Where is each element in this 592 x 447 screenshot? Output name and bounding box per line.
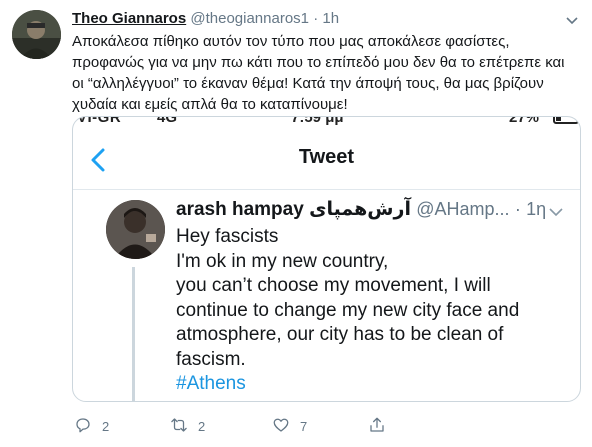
tweet-text-line: χυδαία και εμείς απλά θα το καταπίνουμε!	[72, 96, 348, 113]
inner-author-avatar	[106, 200, 165, 259]
phone-nav-bar: Tweet	[73, 133, 580, 190]
retweet-button[interactable]: 2	[170, 414, 205, 438]
inner-text-line: fascism.	[176, 348, 246, 370]
nav-title: Tweet	[298, 146, 355, 168]
like-count: 7	[300, 418, 308, 434]
like-icon	[272, 416, 290, 437]
inner-tweet-timestamp: 1η	[526, 199, 547, 219]
thread-line	[132, 267, 135, 401]
header-separator: ·	[313, 10, 319, 27]
inner-text-line: Hey fascists	[176, 226, 279, 247]
retweet-icon	[170, 416, 188, 437]
tweet-text-line: οι “αλληλέγγυοι” το έκαναν θέμα! Κατά τη…	[72, 75, 544, 92]
reply-button[interactable]: 2	[74, 414, 109, 438]
author-name[interactable]: Theo Giannaros	[72, 10, 186, 27]
reply-icon	[74, 416, 92, 437]
inner-tweet-text: Hey fascists I'm ok in my new country, y…	[176, 225, 571, 397]
inner-tweet-header: arash hampay آرش‌همپای @AHamp... · 1η	[176, 197, 576, 222]
inner-text-line: continue to change my new city face and	[176, 299, 520, 321]
tweet-text-line: Αποκάλεσα πίθηκο αυτόν τον τύπο που μας …	[72, 33, 510, 50]
inner-hashtag: #Athens	[176, 373, 246, 394]
inner-chevron-down-icon	[548, 205, 564, 217]
clock-label: 7:59 μμ	[291, 116, 344, 126]
inner-author-handle: @AHamp...	[416, 199, 510, 219]
chevron-down-icon[interactable]	[564, 12, 580, 28]
carrier-label: VI-GR	[77, 116, 122, 126]
inner-text-line: you can’t choose my movement, I will	[176, 275, 491, 296]
battery-label: 27%	[509, 116, 540, 126]
reply-count: 2	[102, 418, 110, 434]
tweet-actions: 2 2 7	[72, 414, 472, 438]
attached-screenshot[interactable]: VI-GR 4G 7:59 μμ 27% Tweet arash hampay …	[72, 116, 581, 402]
inner-header-separator: ·	[514, 199, 521, 219]
phone-status-bar: VI-GR 4G 7:59 μμ 27%	[73, 116, 580, 127]
tweet-text: Αποκάλεσα πίθηκο αυτόν τον τύπο που μας …	[72, 31, 582, 115]
network-label: 4G	[157, 116, 178, 126]
inner-text-line: atmosphere, our city has to be clean of	[176, 324, 504, 345]
share-icon	[368, 416, 386, 437]
inner-text-line: I'm ok in my new country,	[176, 250, 389, 272]
tweet-timestamp[interactable]: 1h	[322, 10, 339, 27]
author-handle[interactable]: @theogiannaros1	[190, 10, 309, 27]
tweet[interactable]: Theo Giannaros @theogiannaros1 · 1h Αποκ…	[0, 0, 592, 447]
share-button[interactable]	[368, 414, 386, 438]
tweet-text-line: προφανώς για να μην πω κάτι που το επίπε…	[72, 54, 565, 71]
inner-author-name: arash hampay آرش‌همپای	[176, 199, 411, 220]
like-button[interactable]: 7	[272, 414, 307, 438]
retweet-count: 2	[198, 418, 206, 434]
author-avatar[interactable]	[12, 10, 61, 59]
tweet-header: Theo Giannaros @theogiannaros1 · 1h	[72, 9, 562, 29]
battery-icon	[553, 117, 579, 124]
